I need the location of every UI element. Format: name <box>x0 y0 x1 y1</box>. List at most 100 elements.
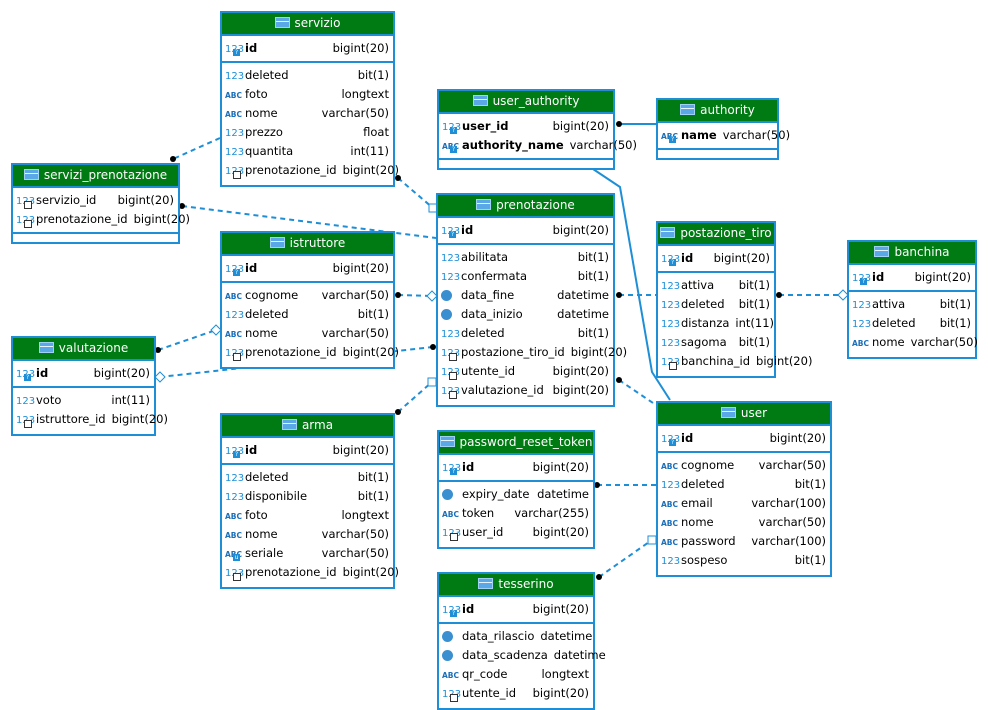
table-postazione-tiro[interactable]: postazione_tiro 123?idbigint(20) 123attiva… <box>656 221 812 378</box>
table-prenotazione[interactable]: prenotazione 123?idbigint(20) 123abilitata… <box>436 193 627 407</box>
column-row[interactable]: 123 deleted bit(1) <box>849 314 975 333</box>
column-row[interactable]: 123prenotazione_idbigint(20) <box>222 563 399 582</box>
table-header[interactable]: servizio <box>222 13 393 36</box>
column-row[interactable]: 123?idbigint(20) <box>658 429 830 448</box>
column-row[interactable]: 123 deleted bit(1) <box>222 66 393 85</box>
table-header[interactable]: password_reset_token <box>439 432 593 455</box>
table-tesserino[interactable]: tesserino 123?idbigint(20) data_rilascioda… <box>437 572 606 710</box>
column-name: deleted <box>681 477 725 491</box>
table-header[interactable]: user <box>658 403 830 426</box>
column-row[interactable]: 123 abilitata bit(1) <box>438 248 613 267</box>
column-row[interactable]: data_rilascio datetime <box>439 627 593 646</box>
column-row[interactable]: ABC cognome varchar(50) <box>658 456 830 475</box>
column-row[interactable]: ABC?authority_namevarchar(50) <box>439 136 637 155</box>
table-istruttore[interactable]: istruttore 123?idbigint(20) ABCcognomevarc… <box>220 231 399 369</box>
column-row[interactable]: ABC?namevarchar(50) <box>658 126 790 145</box>
table-servizio[interactable]: servizio 123?idbigint(20) 123deletedbit(1)… <box>220 11 399 187</box>
column-row[interactable]: 123servizio_idbigint(20) <box>13 191 178 210</box>
column-type: bigint(20) <box>332 41 389 55</box>
column-row[interactable]: 123?user_idbigint(20) <box>439 117 613 136</box>
column-row[interactable]: 123utente_idbigint(20) <box>438 362 613 381</box>
relationship-arma-prenotazione[interactable] <box>397 381 433 413</box>
table-header[interactable]: arma <box>222 415 393 438</box>
table-header[interactable]: tesserino <box>439 574 593 597</box>
table-servizi-prenotazione[interactable]: servizi_prenotazione 123servizio_idbigint… <box>11 163 190 244</box>
column-row[interactable]: ABC cognome varchar(50) <box>222 286 393 305</box>
column-row[interactable]: ABC foto longtext <box>222 85 393 104</box>
string-type-icon: ABC <box>661 538 679 547</box>
table-header[interactable]: postazione_tiro <box>658 223 774 246</box>
column-row[interactable]: 123?idbigint(20) <box>13 364 154 383</box>
table-header[interactable]: valutazione <box>13 338 154 361</box>
column-row[interactable]: ABC token varchar(255) <box>439 504 593 523</box>
column-row[interactable]: 123?idbigint(20) <box>222 259 393 278</box>
column-row[interactable]: 123 attiva bit(1) <box>658 276 774 295</box>
column-row[interactable]: 123prenotazione_idbigint(20) <box>222 161 399 180</box>
column-row[interactable]: 123 disponibile bit(1) <box>222 487 393 506</box>
column-row[interactable]: 123?idbigint(20) <box>439 600 593 619</box>
column-row[interactable]: ABC qr_code longtext <box>439 665 593 684</box>
column-row[interactable]: 123 quantita int(11) <box>222 142 393 161</box>
column-row[interactable]: expiry_date datetime <box>439 485 593 504</box>
column-row[interactable]: 123 deleted bit(1) <box>658 295 774 314</box>
column-row[interactable]: 123 prezzo float <box>222 123 393 142</box>
table-header[interactable]: prenotazione <box>438 195 613 218</box>
column-name: attiva <box>681 278 715 292</box>
column-row[interactable]: 123 attiva bit(1) <box>849 295 975 314</box>
column-row[interactable]: ABC nome varchar(50) <box>222 324 393 343</box>
column-row[interactable]: data_scadenza datetime <box>439 646 606 665</box>
table-header[interactable]: servizi_prenotazione <box>13 165 178 188</box>
table-name: prenotazione <box>496 198 575 212</box>
table-password-reset-token[interactable]: password_reset_token 123?idbigint(20) expi… <box>437 430 595 549</box>
column-row[interactable]: ABC nome varchar(50) <box>658 513 830 532</box>
column-row[interactable]: 123prenotazione_idbigint(20) <box>13 210 190 229</box>
column-row[interactable]: 123istruttore_idbigint(20) <box>13 410 168 429</box>
table-authority[interactable]: authority ABC?namevarchar(50) <box>656 98 790 160</box>
relationship-prenotazione-user[interactable] <box>618 379 657 406</box>
column-row[interactable]: 123?idbigint(20) <box>658 249 774 268</box>
table-header[interactable]: banchina <box>849 242 975 265</box>
column-row[interactable]: 123?idbigint(20) <box>439 458 593 477</box>
column-row[interactable]: 123?idbigint(20) <box>438 221 613 240</box>
column-row[interactable]: ABC nome varchar(50) <box>222 525 393 544</box>
column-row[interactable]: 123utente_idbigint(20) <box>439 684 593 703</box>
relationship-tesserino-user[interactable] <box>598 539 653 578</box>
table-user[interactable]: user 123?idbigint(20) ABCcognomevarchar(50… <box>656 401 832 577</box>
table-header[interactable]: istruttore <box>222 233 393 256</box>
column-name: quantita <box>245 144 294 158</box>
column-row[interactable]: 123valutazione_idbigint(20) <box>438 381 613 400</box>
column-row[interactable]: ABC email varchar(100) <box>658 494 830 513</box>
table-valutazione[interactable]: valutazione 123?idbigint(20) 123votoint(11… <box>11 336 168 436</box>
column-row[interactable]: ABC nome varchar(50) <box>222 104 393 123</box>
relationship-valutazione-istruttore[interactable] <box>157 329 217 351</box>
column-row[interactable]: 123postazione_tiro_idbigint(20) <box>438 343 627 362</box>
column-row[interactable]: 123 sagoma bit(1) <box>658 333 774 352</box>
column-row[interactable]: ABCuserialevarchar(50) <box>222 544 393 563</box>
column-row[interactable]: 123?idbigint(20) <box>849 268 975 287</box>
column-row[interactable]: ABC password varchar(100) <box>658 532 830 551</box>
table-header[interactable]: authority <box>658 100 777 123</box>
column-row[interactable]: data_inizio datetime <box>438 305 613 324</box>
column-row[interactable]: 123prenotazione_idbigint(20) <box>222 343 399 362</box>
column-row[interactable]: 123user_idbigint(20) <box>439 523 593 542</box>
column-row[interactable]: 123 deleted bit(1) <box>438 324 613 343</box>
column-row[interactable]: 123banchina_idbigint(20) <box>658 352 812 371</box>
column-row[interactable]: 123 deleted bit(1) <box>658 475 830 494</box>
column-row[interactable]: data_fine datetime <box>438 286 613 305</box>
column-row[interactable]: 123 distanza int(11) <box>658 314 774 333</box>
column-row[interactable]: 123?idbigint(20) <box>222 441 393 460</box>
column-row[interactable]: 123 deleted bit(1) <box>222 305 393 324</box>
table-banchina[interactable]: banchina 123?idbigint(20) 123attivabit(1)1… <box>847 240 978 359</box>
table-user-authority[interactable]: user_authority 123?user_idbigint(20)ABC?a… <box>437 89 637 170</box>
relationship-servizio-prenotazione[interactable] <box>397 177 434 209</box>
column-row[interactable]: 123?idbigint(20) <box>222 39 393 58</box>
table-arma[interactable]: arma 123?idbigint(20) 123deletedbit(1)123d… <box>220 413 399 589</box>
column-row[interactable]: 123 deleted bit(1) <box>222 468 393 487</box>
column-row[interactable]: ABC foto longtext <box>222 506 393 525</box>
column-row[interactable]: 123 voto int(11) <box>13 391 154 410</box>
table-header[interactable]: user_authority <box>439 91 613 114</box>
column-row[interactable]: 123 confermata bit(1) <box>438 267 613 286</box>
relationship-servizio-servizi-prenotazione[interactable] <box>172 137 221 160</box>
column-row[interactable]: 123 sospeso bit(1) <box>658 551 830 570</box>
column-row[interactable]: ABC nome varchar(50) <box>849 333 978 352</box>
